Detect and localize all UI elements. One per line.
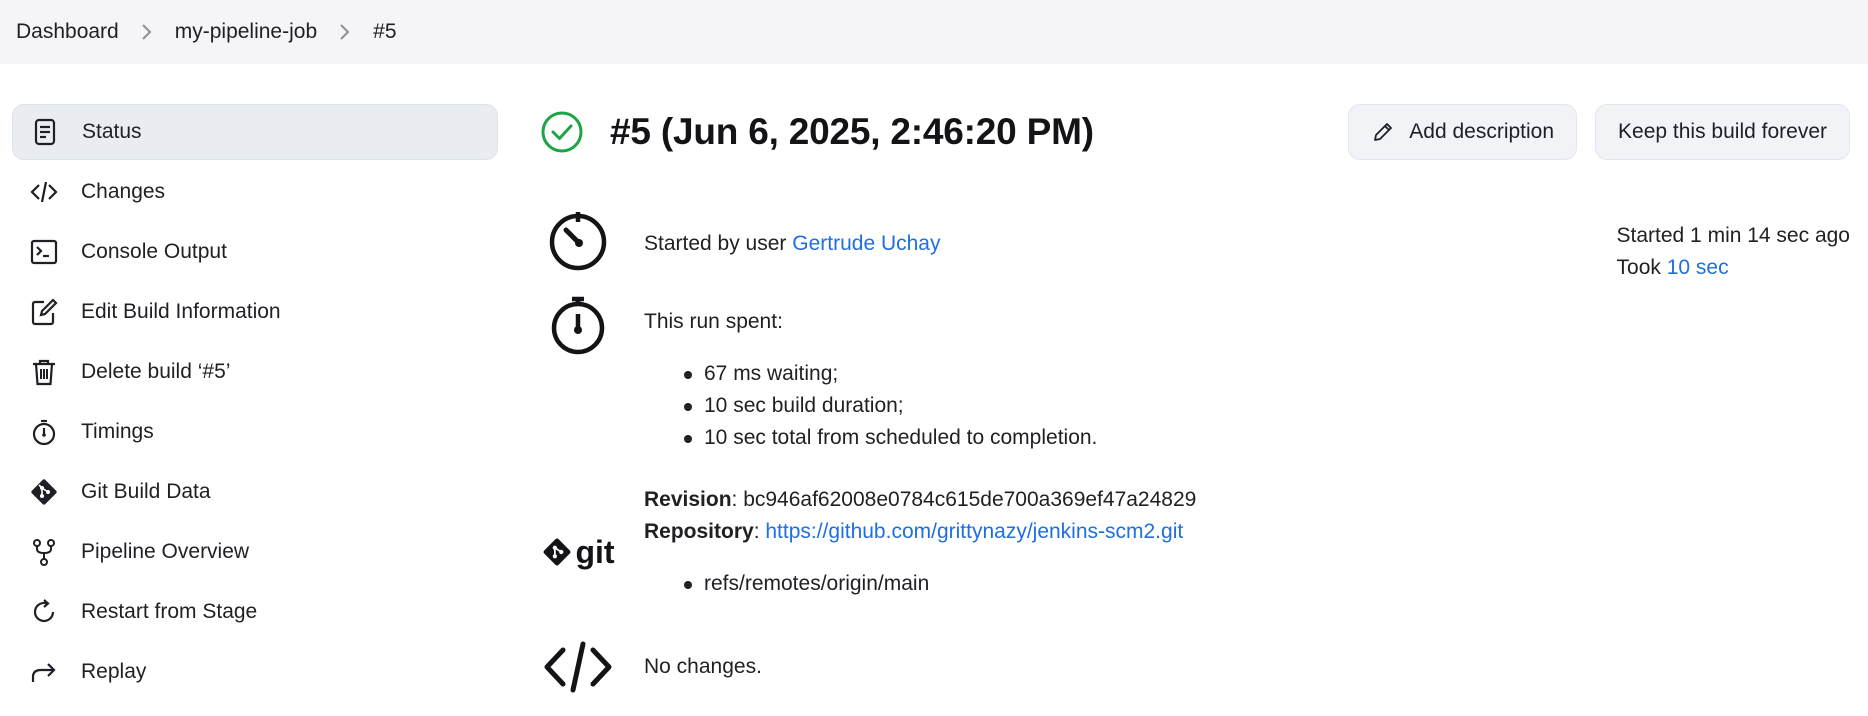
repository-label: Repository (644, 520, 754, 543)
revision-label: Revision (644, 488, 732, 511)
branch-icon (28, 536, 60, 568)
trash-icon (28, 356, 60, 388)
breadcrumb-job[interactable]: my-pipeline-job (175, 20, 317, 44)
status-document-icon (29, 116, 61, 148)
sidebar-item-edit-build-info[interactable]: Edit Build Information (12, 284, 498, 340)
git-diamond-icon (28, 476, 60, 508)
sidebar-item-label: Delete build ‘#5’ (81, 360, 231, 383)
header-actions: Add description Keep this build forever (1348, 104, 1850, 160)
changes-row: No changes. (540, 640, 762, 694)
list-item: 67 ms waiting; (684, 358, 1097, 390)
git-diamond-icon (544, 538, 571, 566)
revision-value: bc946af62008e0784c615de700a369ef47a24829 (743, 488, 1197, 511)
started-by-prefix: Started by user (644, 232, 793, 255)
list-item: 10 sec build duration; (684, 390, 1097, 422)
terminal-icon (28, 236, 60, 268)
keep-build-forever-label: Keep this build forever (1618, 120, 1827, 143)
sidebar: Status Changes Console Output Edit Build… (12, 104, 498, 704)
sidebar-item-delete-build[interactable]: Delete build ‘#5’ (12, 344, 498, 400)
git-row: git Revision: bc946af62008e0784c615de700… (540, 484, 1196, 600)
sidebar-item-label: Console Output (81, 240, 227, 263)
sidebar-item-label: Timings (81, 420, 154, 443)
add-description-button[interactable]: Add description (1348, 104, 1578, 160)
sidebar-item-changes[interactable]: Changes (12, 164, 498, 220)
list-item: 10 sec total from scheduled to completio… (684, 422, 1097, 454)
sidebar-item-replay[interactable]: Replay (12, 644, 498, 700)
pencil-icon (1374, 123, 1393, 141)
sidebar-item-label: Changes (81, 180, 166, 203)
add-description-label: Add description (1409, 120, 1555, 143)
sidebar-item-label: Pipeline Overview (81, 540, 250, 563)
success-check-icon (541, 111, 583, 153)
started-ago-text: Started 1 min 14 sec ago (1616, 224, 1850, 247)
keep-build-forever-button[interactable]: Keep this build forever (1595, 104, 1850, 160)
build-header: #5 (Jun 6, 2025, 2:46:20 PM) Add descrip… (540, 104, 1850, 160)
sidebar-item-pipeline-overview[interactable]: Pipeline Overview (12, 524, 498, 580)
sidebar-item-label: Edit Build Information (81, 300, 281, 323)
git-logo-text: git (575, 533, 615, 570)
sidebar-item-restart-from-stage[interactable]: Restart from Stage (12, 584, 498, 640)
code-icon (28, 176, 60, 208)
breadcrumb-build[interactable]: #5 (373, 20, 396, 44)
refs-list: refs/remotes/origin/main (644, 568, 1196, 600)
started-by-row: Started by user Gertrude Uchay (540, 208, 940, 272)
run-spent-label: This run spent: (644, 310, 783, 333)
took-duration-link[interactable]: 10 sec (1667, 256, 1729, 279)
git-logo: git (541, 504, 615, 600)
edit-icon (28, 296, 60, 328)
stopwatch-icon (28, 416, 60, 448)
sidebar-item-status[interactable]: Status (12, 104, 498, 160)
chevron-right-icon (339, 23, 351, 41)
restart-icon (28, 596, 60, 628)
list-item: refs/remotes/origin/main (684, 568, 1196, 600)
page-title: #5 (Jun 6, 2025, 2:46:20 PM) (610, 111, 1094, 152)
sidebar-item-label: Replay (81, 660, 147, 683)
sidebar-item-label: Restart from Stage (81, 600, 258, 623)
replay-icon (28, 656, 60, 688)
sidebar-item-timings[interactable]: Timings (12, 404, 498, 460)
no-changes-text: No changes. (644, 655, 762, 678)
build-timing-meta: Started 1 min 14 sec ago Took 10 sec (1617, 220, 1850, 284)
stopwatch-icon (551, 296, 605, 355)
breadcrumb-dashboard[interactable]: Dashboard (16, 20, 119, 44)
sidebar-item-label: Git Build Data (81, 480, 211, 503)
breadcrumb: Dashboard my-pipeline-job #5 (0, 0, 1868, 64)
run-spent-list: 67 ms waiting; 10 sec build duration; 10… (644, 358, 1097, 454)
user-link[interactable]: Gertrude Uchay (792, 232, 940, 255)
run-spent-row: This run spent: 67 ms waiting; 10 sec bu… (540, 294, 1097, 454)
speedometer-icon (549, 212, 607, 271)
code-icon (544, 641, 612, 693)
chevron-right-icon (141, 23, 153, 41)
sidebar-item-label: Status (82, 120, 142, 143)
sidebar-item-console-output[interactable]: Console Output (12, 224, 498, 280)
repository-link[interactable]: https://github.com/grittynazy/jenkins-sc… (765, 520, 1183, 543)
sidebar-item-git-build-data[interactable]: Git Build Data (12, 464, 498, 520)
took-prefix: Took (1616, 256, 1667, 279)
